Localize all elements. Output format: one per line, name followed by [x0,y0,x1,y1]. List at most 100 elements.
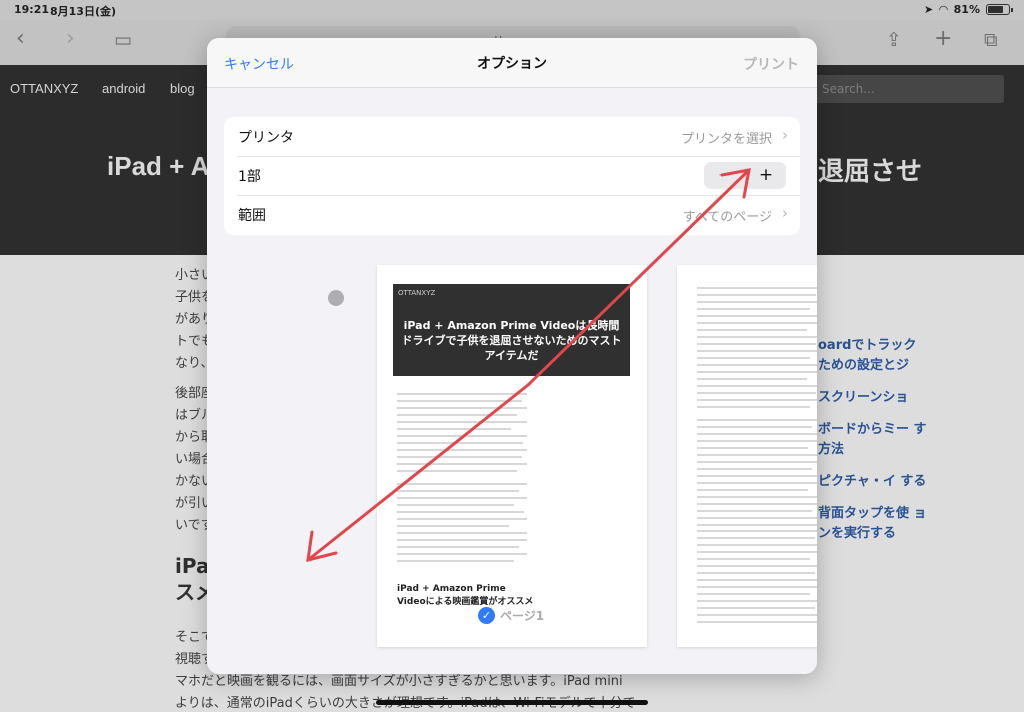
preview-text-line [397,504,514,506]
preview-text-line [697,593,810,595]
preview-text-line [697,315,817,317]
preview-text-block [697,287,817,413]
preview-text-line [397,463,527,465]
preview-text-line [697,475,817,477]
preview-text-line [397,497,527,499]
preview-text-line [697,551,817,553]
preview-text-line [697,322,817,324]
page-preview-1[interactable]: OTTANXYZ iPad + Amazon Prime Videoは長時間ドラ… [377,265,647,647]
preview-text-line [697,586,817,588]
preview-text-line [397,560,514,562]
preview-text-line [697,454,817,456]
decrement-button[interactable]: − [704,162,745,189]
preview-text-line [697,350,817,352]
preview-text-line [397,449,527,451]
preview-text-line [697,433,817,435]
preview-text-line [697,399,817,401]
preview-text-line [697,357,810,359]
preview-text-line [397,518,527,520]
page-label: ページ1 [500,609,545,623]
preview-text-line [697,572,815,574]
preview-text-line [697,364,817,366]
preview-text-line [697,329,807,331]
preview-text-line [697,378,807,380]
preview-text-line [397,456,522,458]
range-label: 範囲 [238,208,266,224]
increment-button[interactable]: + [746,162,786,189]
copies-label: 1部 [238,169,261,185]
preview-text-line [697,517,817,519]
preview-text-line [697,496,817,498]
print-options-list: プリンタ プリンタを選択 › 1部 − + 範囲 すべてのページ › [224,117,800,235]
sheet-title: オプション [477,56,547,72]
page-preview-2[interactable] [677,265,817,647]
preview-text-line [397,428,512,430]
printer-label: プリンタ [238,130,294,146]
copies-stepper: − + [704,162,786,189]
preview-text-line [697,621,817,623]
preview-text-line [697,371,817,373]
preview-text-line [697,461,817,463]
preview-text-line [697,510,812,512]
preview-text-line [397,490,520,492]
preview-text-line [397,407,527,409]
print-options-sheet: キャンセル オプション プリント プリンタ プリンタを選択 › 1部 − + 範… [207,38,817,674]
range-row[interactable]: 範囲 すべてのページ › [224,195,800,234]
preview-text-line [697,447,809,449]
preview-text-line [397,539,527,541]
preview-text-line [697,294,816,296]
preview-text-line [697,426,812,428]
preview-text-line [397,511,525,513]
preview-text-block [397,393,527,477]
preview-text-line [697,419,817,421]
preview-text-line [697,308,810,310]
preview-text-line [397,483,527,485]
preview-text-line [397,414,517,416]
range-value: すべてのページ [682,210,772,225]
preview-text-line [697,530,817,532]
preview-text-line [397,393,527,395]
copies-row: 1部 − + [224,156,800,195]
preview-text-line [697,614,817,616]
print-button[interactable]: プリント [743,54,799,74]
home-indicator[interactable] [376,700,648,705]
preview-text-line [697,468,812,470]
preview-text-line [697,336,817,338]
preview-text-line [397,525,509,527]
preview-text-line [697,600,817,602]
preview-text-block [697,530,817,628]
preview-text-line [697,301,817,303]
preview-text-line [697,385,817,387]
checkmark-icon[interactable]: ✓ [478,607,495,624]
preview-text-line [697,544,817,546]
sheet-header: キャンセル オプション プリント [207,38,817,88]
preview-text-line [397,421,527,423]
preview-text-line [397,470,517,472]
preview-text-line [697,489,809,491]
preview-text-line [697,565,817,567]
preview-text-line [697,440,817,442]
chevron-right-icon: › [782,126,788,144]
preview-header: OTTANXYZ iPad + Amazon Prime Videoは長時間ドラ… [393,284,630,376]
preview-text-line [397,435,527,437]
preview-text-line [397,532,527,534]
preview-title: iPad + Amazon Prime Videoは長時間ドライブで子供を退屈さ… [401,319,622,362]
preview-text-line [697,503,817,505]
page-indicator-dot [328,290,344,306]
preview-text-line [697,607,815,609]
preview-text-line [697,579,817,581]
chevron-right-icon: › [782,204,788,222]
preview-text-line [697,524,817,526]
preview-text-line [697,343,816,345]
preview-text-block [397,483,527,567]
preview-text-line [397,553,527,555]
preview-text-line [697,482,817,484]
printer-row[interactable]: プリンタ プリンタを選択 › [224,117,800,156]
preview-text-block [697,419,817,531]
preview-text-line [397,442,524,444]
preview-text-line [697,558,810,560]
preview-text-line [397,546,520,548]
printer-value: プリンタを選択 [680,132,772,147]
preview-text-line [697,406,810,408]
preview-text-line [697,392,816,394]
